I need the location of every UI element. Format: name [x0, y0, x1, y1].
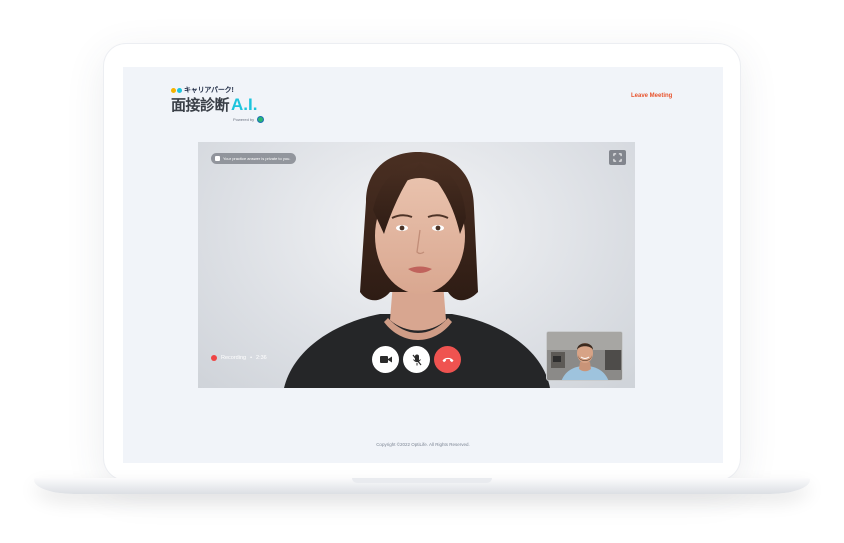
- app-screen: キャリアパーク! 面接診断 A.I. Powered by Leave Meet…: [123, 67, 723, 463]
- camera-button[interactable]: [372, 346, 399, 373]
- powered-by-label: Powered by: [233, 117, 255, 122]
- laptop-notch: [352, 478, 492, 483]
- logo-title: 面接診断 A.I.: [171, 95, 281, 115]
- recording-indicator: Recording • 2:36: [211, 355, 267, 361]
- logo-title-ai: A.I.: [231, 95, 258, 114]
- leave-meeting-link[interactable]: Leave Meeting: [631, 93, 672, 99]
- fullscreen-button[interactable]: [609, 150, 626, 165]
- recording-time: 2:36: [256, 355, 267, 361]
- recording-label: Recording: [221, 355, 247, 361]
- partner-logo-icon: [257, 116, 265, 123]
- logo-dots-icon: [171, 88, 182, 93]
- expand-icon: [613, 153, 622, 162]
- interviewer-video: Your practice answer is private to you. …: [198, 142, 635, 388]
- powered-by: Powered by: [233, 116, 265, 123]
- call-controls: [372, 346, 461, 373]
- logo-brand-row: キャリアパーク!: [171, 86, 281, 95]
- lock-icon: [215, 156, 220, 161]
- privacy-badge: Your practice answer is private to you.: [211, 153, 297, 164]
- self-view-video[interactable]: [546, 331, 623, 381]
- logo-brand-text: キャリアパーク!: [184, 87, 234, 94]
- phone-hangup-icon: [442, 357, 453, 363]
- mic-off-icon: [412, 354, 421, 365]
- copyright-footer: Copyright ©2022 OptiLife. All Rights Res…: [376, 442, 470, 447]
- app-logo[interactable]: キャリアパーク! 面接診断 A.I. Powered by: [171, 86, 281, 126]
- end-call-button[interactable]: [434, 346, 461, 373]
- self-view-avatar: [547, 332, 622, 380]
- privacy-notice: Your practice answer is private to you.: [223, 156, 291, 161]
- recording-separator: •: [250, 355, 253, 361]
- video-camera-icon: [379, 356, 392, 363]
- logo-title-jp: 面接診断: [171, 97, 230, 114]
- mute-button[interactable]: [403, 346, 430, 373]
- recording-dot-icon: [211, 355, 217, 361]
